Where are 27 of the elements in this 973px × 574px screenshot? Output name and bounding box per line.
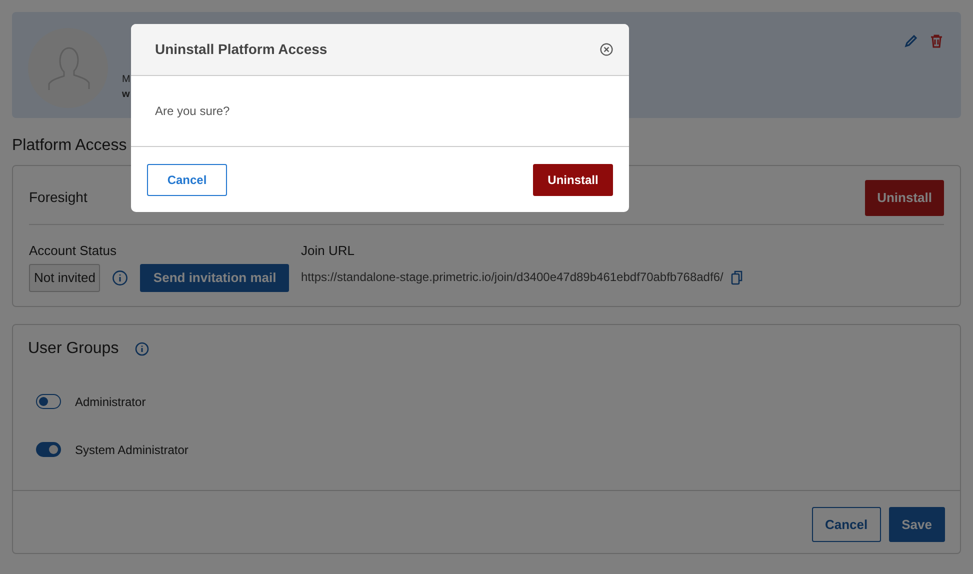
info-icon[interactable] bbox=[112, 270, 128, 286]
send-invitation-button[interactable]: Send invitation mail bbox=[140, 264, 290, 292]
section-title: Platform Access bbox=[12, 136, 128, 156]
toggle-switch[interactable] bbox=[36, 394, 61, 410]
edit-icon[interactable] bbox=[904, 34, 918, 48]
cancel-button[interactable]: Cancel bbox=[147, 164, 227, 196]
modal-message: Are you sure? bbox=[155, 103, 230, 120]
cancel-button[interactable]: Cancel bbox=[812, 506, 881, 542]
join-url: https://standalone-stage.primetric.io/join/d3400e47d89b461ebdf70abfb768adf6/ bbox=[301, 269, 724, 286]
group-label: Administrator bbox=[75, 394, 146, 411]
card-title: User Groups bbox=[28, 338, 119, 359]
save-button[interactable]: Save bbox=[888, 506, 945, 542]
profile-detail: M bbox=[122, 73, 130, 87]
info-icon[interactable] bbox=[134, 342, 149, 356]
profile-detail: w bbox=[122, 88, 130, 102]
trash-icon[interactable] bbox=[930, 34, 943, 48]
uninstall-button[interactable]: Uninstall bbox=[533, 164, 613, 196]
field-label: Join URL bbox=[301, 242, 356, 260]
platform-name: Foresight bbox=[29, 188, 88, 208]
status-badge: Not invited bbox=[29, 264, 100, 292]
group-label: System Administrator bbox=[75, 442, 188, 459]
close-icon[interactable] bbox=[600, 43, 613, 56]
modal-title: Uninstall Platform Access bbox=[155, 40, 328, 59]
copy-icon[interactable] bbox=[731, 270, 744, 285]
field-label: Account Status bbox=[29, 242, 118, 260]
toggle-switch[interactable] bbox=[36, 442, 61, 458]
uninstall-button[interactable]: Uninstall bbox=[865, 180, 944, 216]
